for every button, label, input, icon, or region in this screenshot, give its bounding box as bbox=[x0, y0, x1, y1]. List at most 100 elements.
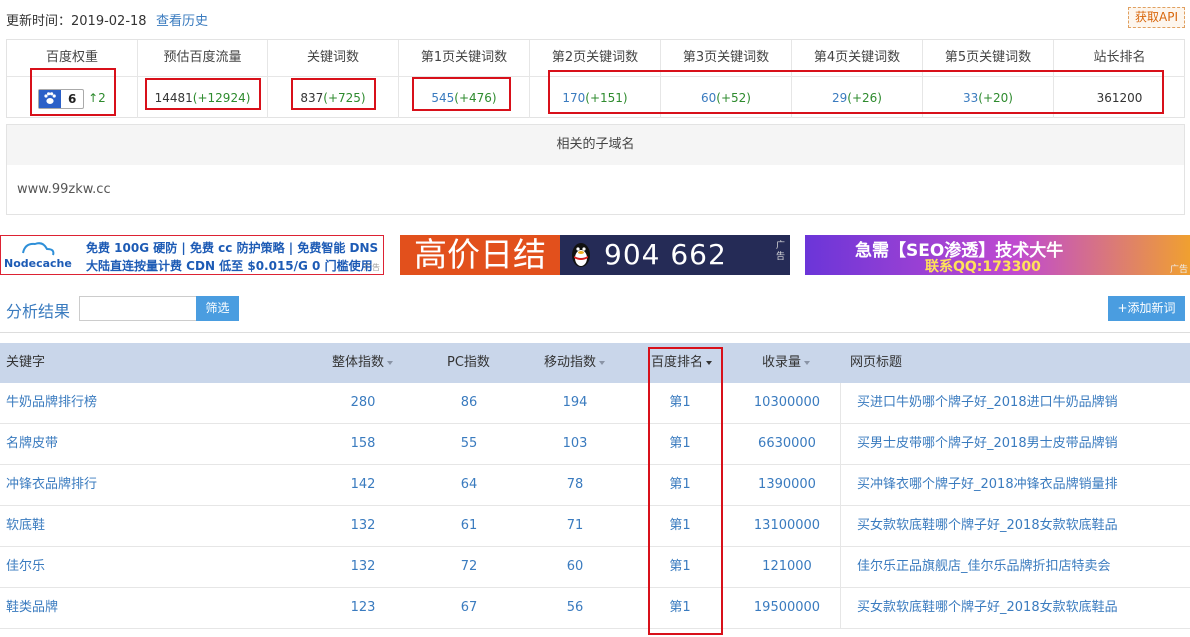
cell-indexed[interactable]: 19500000 bbox=[742, 588, 832, 628]
cell-rank[interactable]: 第1 bbox=[640, 547, 720, 587]
page2-change: (+151) bbox=[585, 91, 628, 105]
page3-cell[interactable]: 60(+52) bbox=[661, 76, 792, 118]
cell-keyword[interactable]: 佳尔乐 bbox=[6, 547, 45, 587]
subdomain-item[interactable]: www.99zkw.cc bbox=[17, 182, 111, 197]
ad1-line2: 大陆直连按量计费 CDN 低至 $0.015/G 0 门槛使用 bbox=[86, 259, 373, 273]
ad3-tag: 广告 bbox=[1169, 265, 1188, 275]
page5-value[interactable]: 33 bbox=[963, 91, 978, 105]
ad2-qq-number: 904 662 763 bbox=[604, 238, 727, 271]
cell-keyword[interactable]: 冲锋衣品牌排行 bbox=[6, 465, 97, 505]
cell-rank[interactable]: 第1 bbox=[640, 588, 720, 628]
cell-overall[interactable]: 142 bbox=[323, 465, 403, 505]
cell-pc[interactable]: 55 bbox=[429, 424, 509, 464]
cell-keyword[interactable]: 鞋类品牌 bbox=[6, 588, 58, 628]
cell-indexed[interactable]: 6630000 bbox=[742, 424, 832, 464]
sort-arrow-icon bbox=[387, 360, 394, 365]
cell-mobile[interactable]: 103 bbox=[535, 424, 615, 464]
cell-pc[interactable]: 64 bbox=[429, 465, 509, 505]
cell-overall[interactable]: 132 bbox=[323, 506, 403, 546]
stats-header-page2: 第2页关键词数 bbox=[530, 40, 661, 76]
cell-keyword[interactable]: 名牌皮带 bbox=[6, 424, 58, 464]
column-divider bbox=[840, 506, 841, 546]
add-keyword-button[interactable]: +添加新词 bbox=[1108, 296, 1185, 321]
cell-pc[interactable]: 86 bbox=[429, 383, 509, 423]
cell-mobile[interactable]: 71 bbox=[535, 506, 615, 546]
nodecache-logo: Nodecache bbox=[3, 239, 75, 271]
history-link[interactable]: 查看历史 bbox=[156, 10, 208, 29]
ad3-line2: 联系QQ:173300 bbox=[925, 259, 1041, 275]
get-api-button[interactable]: 获取API bbox=[1128, 7, 1185, 28]
col-overall-index[interactable]: 整体指数 bbox=[332, 343, 394, 383]
page1-cell[interactable]: 545(+476) bbox=[399, 76, 530, 118]
column-divider bbox=[840, 547, 841, 587]
ad-banner-qq-daily[interactable]: 高价日结 904 662 763 广告 bbox=[400, 235, 790, 275]
table-row: 名牌皮带 158 55 103 第1 6630000 买男士皮带哪个牌子好_20… bbox=[0, 424, 1190, 465]
cell-overall[interactable]: 132 bbox=[323, 547, 403, 587]
cell-rank[interactable]: 第1 bbox=[640, 465, 720, 505]
cell-indexed[interactable]: 121000 bbox=[742, 547, 832, 587]
page3-value[interactable]: 60 bbox=[701, 91, 716, 105]
keywords-cell: 837(+725) bbox=[268, 76, 399, 118]
cell-mobile[interactable]: 60 bbox=[535, 547, 615, 587]
cell-mobile[interactable]: 56 bbox=[535, 588, 615, 628]
cell-indexed[interactable]: 10300000 bbox=[742, 383, 832, 423]
rank-value: 361200 bbox=[1096, 91, 1143, 105]
cell-indexed[interactable]: 13100000 bbox=[742, 506, 832, 546]
cell-pc[interactable]: 61 bbox=[429, 506, 509, 546]
page2-cell[interactable]: 170(+151) bbox=[530, 76, 661, 118]
cell-title[interactable]: 买女款软底鞋哪个牌子好_2018女款软底鞋品 bbox=[857, 588, 1187, 628]
baidu-paw-icon bbox=[39, 89, 62, 108]
page5-cell[interactable]: 33(+20) bbox=[923, 76, 1054, 118]
col-indexed[interactable]: 收录量 bbox=[762, 343, 811, 383]
stats-header-page1: 第1页关键词数 bbox=[399, 40, 530, 76]
cell-mobile[interactable]: 78 bbox=[535, 465, 615, 505]
cell-overall[interactable]: 280 bbox=[323, 383, 403, 423]
cell-overall[interactable]: 123 bbox=[323, 588, 403, 628]
ad-banner-seo[interactable]: 急需【SEO渗透】技术大牛 联系QQ:173300 广告 bbox=[805, 235, 1190, 275]
col-baidu-rank[interactable]: 百度排名 bbox=[651, 343, 713, 383]
divider bbox=[0, 332, 1190, 333]
page4-cell[interactable]: 29(+26) bbox=[792, 76, 923, 118]
cell-indexed[interactable]: 1390000 bbox=[742, 465, 832, 505]
col-keyword: 关键字 bbox=[6, 355, 46, 370]
filter-input[interactable] bbox=[79, 296, 196, 321]
table-row: 鞋类品牌 123 67 56 第1 19500000 买女款软底鞋哪个牌子好_2… bbox=[0, 588, 1190, 629]
page4-value[interactable]: 29 bbox=[832, 91, 847, 105]
cell-pc[interactable]: 72 bbox=[429, 547, 509, 587]
stats-header-weight: 百度权重 bbox=[7, 40, 138, 76]
sort-arrow-icon bbox=[706, 360, 713, 365]
cell-keyword[interactable]: 牛奶品牌排行榜 bbox=[6, 383, 97, 423]
up-arrow-icon: ↑ bbox=[88, 91, 99, 105]
ad1-tag: 广告 bbox=[364, 263, 380, 272]
page3-change: (+52) bbox=[716, 91, 751, 105]
page2-value[interactable]: 170 bbox=[562, 91, 585, 105]
column-divider bbox=[840, 588, 841, 628]
cell-title[interactable]: 佳尔乐正品旗舰店_佳尔乐品牌折扣店特卖会 bbox=[857, 547, 1187, 587]
penguin-icon bbox=[566, 240, 596, 270]
cell-title[interactable]: 买冲锋衣哪个牌子好_2018冲锋衣品牌销量排 bbox=[857, 465, 1187, 505]
cell-title[interactable]: 买男士皮带哪个牌子好_2018男士皮带品牌销 bbox=[857, 424, 1187, 464]
filter-button[interactable]: 筛选 bbox=[196, 296, 239, 321]
cell-keyword[interactable]: 软底鞋 bbox=[6, 506, 45, 546]
cell-mobile[interactable]: 194 bbox=[535, 383, 615, 423]
cell-rank[interactable]: 第1 bbox=[640, 383, 720, 423]
page1-value[interactable]: 545 bbox=[431, 91, 454, 105]
cell-rank[interactable]: 第1 bbox=[640, 506, 720, 546]
col-mobile-index-label: 移动指数 bbox=[544, 355, 597, 370]
col-mobile-index[interactable]: 移动指数 bbox=[544, 343, 606, 383]
cell-title[interactable]: 买女款软底鞋哪个牌子好_2018女款软底鞋品 bbox=[857, 506, 1187, 546]
stats-table: 百度权重 预估百度流量 关键词数 第1页关键词数 第2页关键词数 第3页关键词数… bbox=[6, 39, 1185, 118]
ad-banner-nodecache[interactable]: Nodecache 免费 100G 硬防 | 免费 cc 防护策略 | 免费智能… bbox=[0, 235, 384, 275]
subdomain-title: 相关的子域名 bbox=[7, 125, 1184, 165]
baidu-weight-badge[interactable]: 6 bbox=[38, 88, 85, 109]
traffic-cell: 14481(+12924) bbox=[138, 76, 268, 118]
update-time: 更新时间：2019-02-18 bbox=[6, 14, 147, 29]
traffic-change: (+12924) bbox=[192, 91, 251, 105]
column-divider bbox=[840, 383, 841, 423]
cell-pc[interactable]: 67 bbox=[429, 588, 509, 628]
col-pc-index[interactable]: PC指数 bbox=[447, 343, 490, 383]
cell-title[interactable]: 买进口牛奶哪个牌子好_2018进口牛奶品牌销 bbox=[857, 383, 1187, 423]
column-divider bbox=[840, 424, 841, 464]
cell-rank[interactable]: 第1 bbox=[640, 424, 720, 464]
cell-overall[interactable]: 158 bbox=[323, 424, 403, 464]
